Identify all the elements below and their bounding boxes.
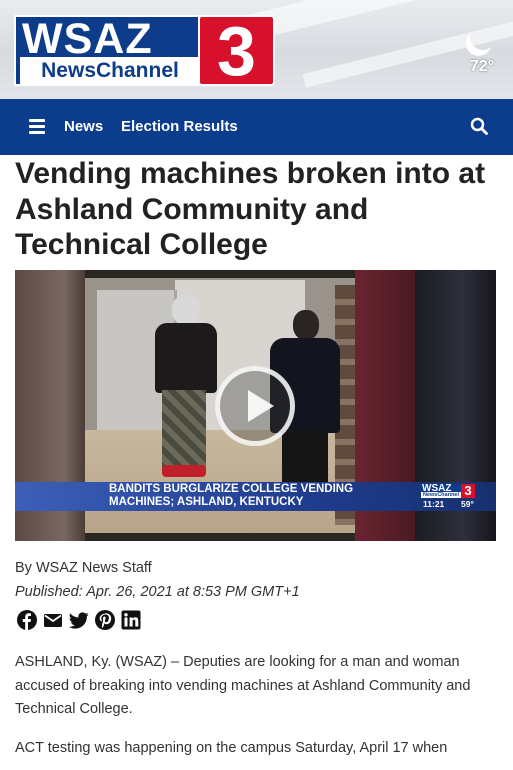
search-icon[interactable] [470,117,488,135]
logo-blue-box: WSAZ NewsChannel [14,15,200,86]
mini-logo-number: 3 [461,484,475,498]
twitter-icon[interactable] [69,610,89,630]
weather-temperature: 72° [469,58,495,75]
play-icon [248,390,274,422]
site-header: WSAZ NewsChannel 3 72° [0,0,513,99]
play-button[interactable] [215,366,295,446]
lower-third-text: BANDITS BURGLARIZE COLLEGE VENDING MACHI… [109,483,354,508]
nav-link-election-results[interactable]: Election Results [121,116,246,138]
article-byline: By WSAZ News Staff [15,560,152,576]
logo-newschannel-text: NewsChannel [20,57,200,85]
article-paragraph: ACT testing was happening on the campus … [15,740,448,756]
article-headline: Vending machines broken into at Ashland … [15,157,486,261]
main-nav: News Election Results [0,99,513,155]
video-temperature: 59° [461,499,474,509]
hamburger-menu-icon[interactable] [29,119,45,134]
video-clock: 11:21 [423,499,445,509]
article-published-date: Published: Apr. 26, 2021 at 8:53 PM GMT+… [15,584,300,600]
site-logo[interactable]: WSAZ NewsChannel 3 [14,15,275,86]
moon-icon [466,20,499,53]
facebook-icon[interactable] [17,610,37,630]
linkedin-icon[interactable] [121,610,141,630]
article-paragraph: ASHLAND, Ky. (WSAZ) – Deputies are looki… [15,654,471,717]
video-suspect-man [150,295,220,485]
nav-link-news[interactable]: News [64,116,108,138]
email-icon[interactable] [43,610,63,630]
pinterest-icon[interactable] [95,610,115,630]
video-player[interactable]: BANDITS BURGLARIZE COLLEGE VENDING MACHI… [15,270,496,541]
logo-number: 3 [198,15,275,86]
video-station-logo: WSAZ NewsChannel 3 [420,484,476,498]
video-lower-third: BANDITS BURGLARIZE COLLEGE VENDING MACHI… [15,482,496,511]
mini-logo-newschannel: NewsChannel [421,492,461,498]
weather-widget[interactable]: 72° [460,22,504,80]
logo-wsaz-text: WSAZ [22,15,153,63]
